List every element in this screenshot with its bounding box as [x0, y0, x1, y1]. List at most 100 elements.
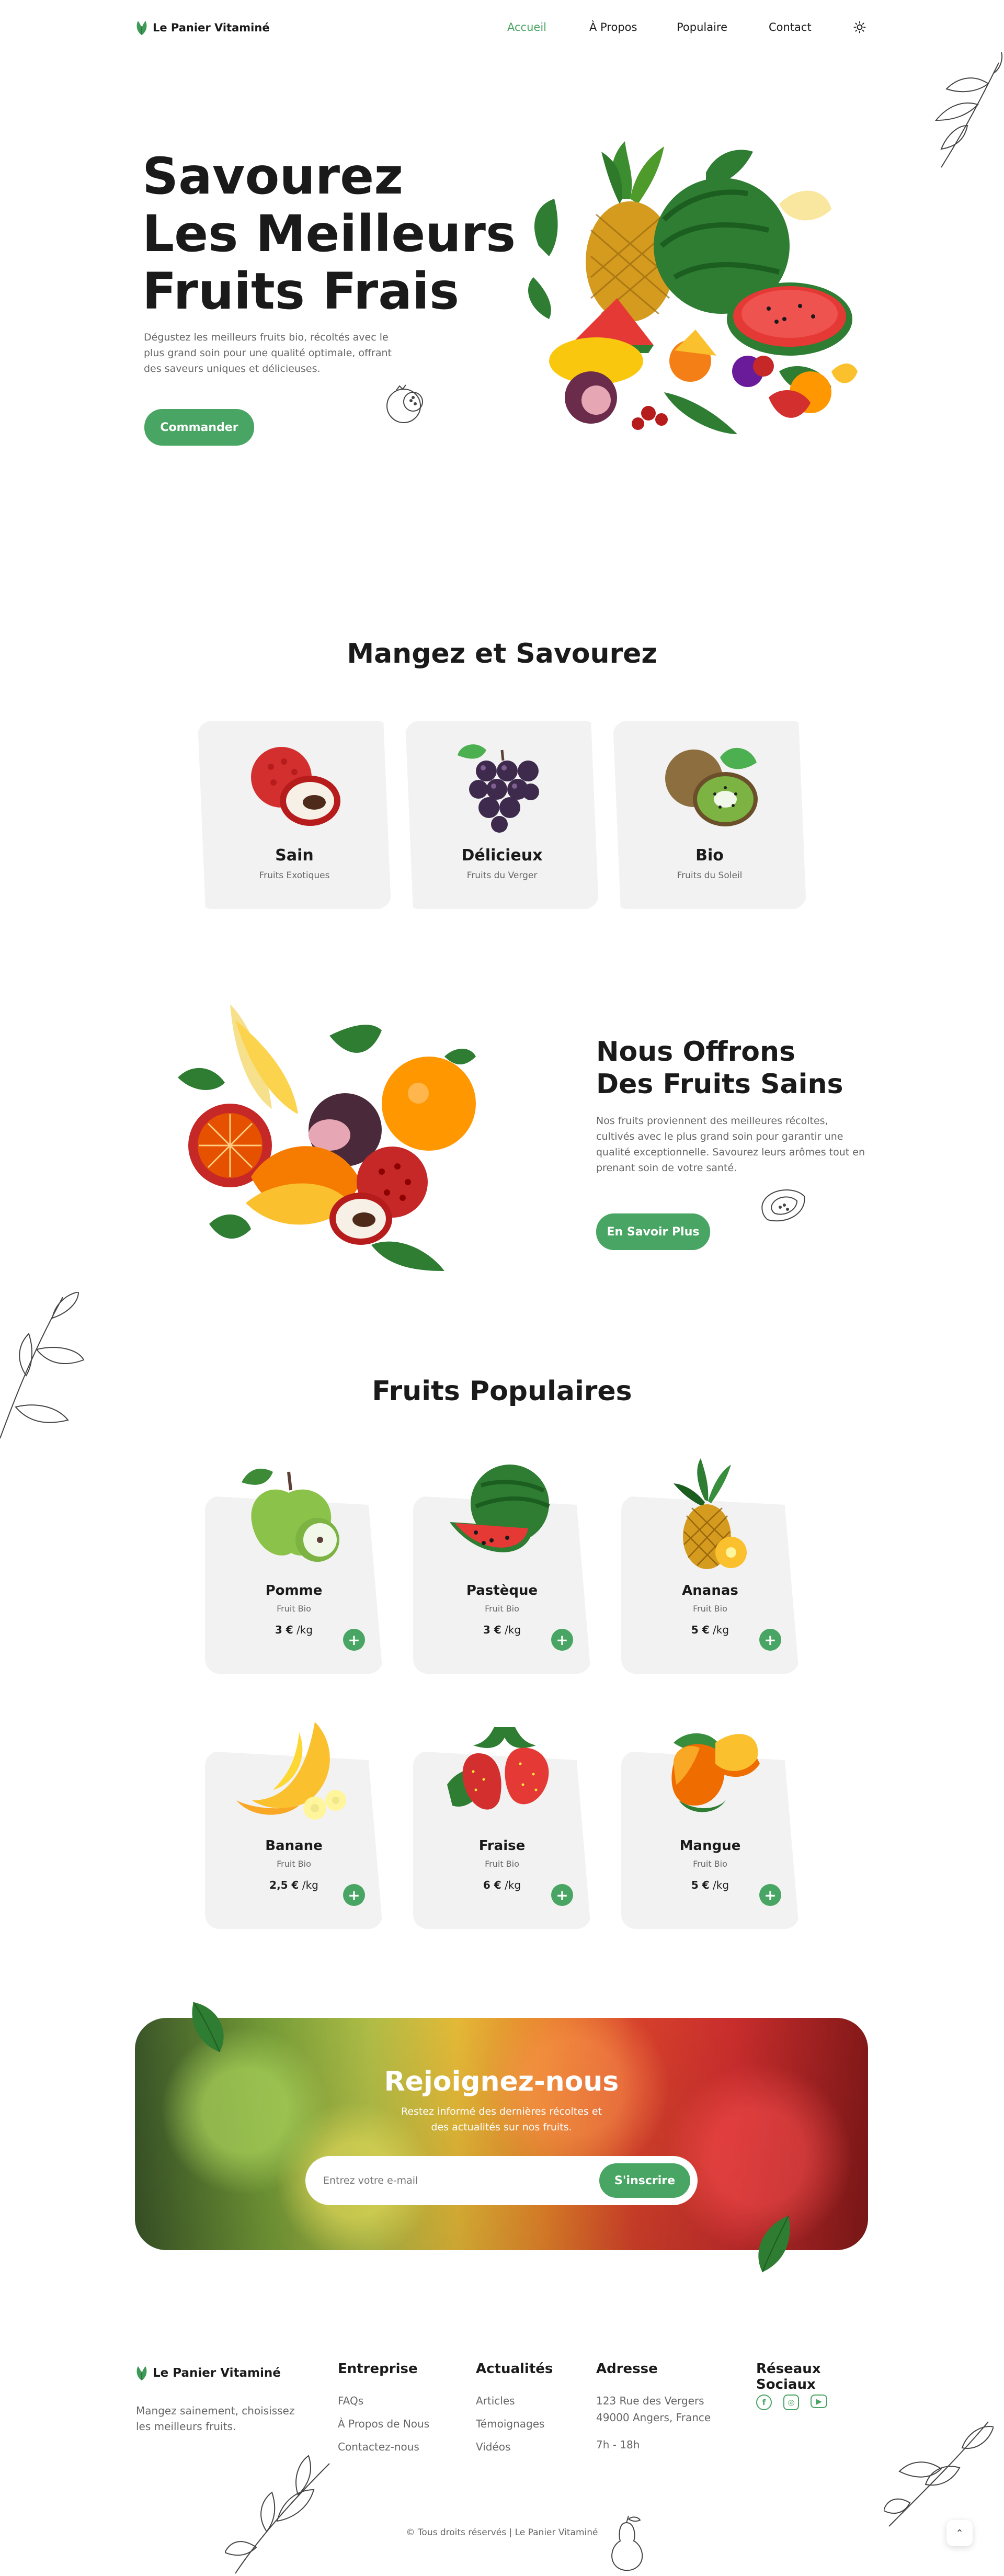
eat-card-sain[interactable]: Sain Fruits Exotiques — [198, 721, 391, 909]
eat-card-subtitle: Fruits Exotiques — [259, 870, 330, 881]
chevron-up-icon: ⌃ — [955, 2527, 964, 2539]
product-type: Fruit Bio — [693, 1859, 727, 1869]
order-button[interactable]: Commander — [144, 409, 254, 446]
banana-icon — [236, 1722, 346, 1820]
footer-column-entreprise: Entreprise FAQs À Propos de Nous Contact… — [338, 2361, 469, 2453]
product-type: Fruit Bio — [693, 1604, 727, 1614]
price-value: 3 € — [275, 1624, 293, 1636]
scroll-to-top-button[interactable]: ⌃ — [946, 2520, 973, 2546]
offer-description: Nos fruits proviennent des meilleures ré… — [596, 1115, 865, 1174]
price-value: 2,5 € — [269, 1879, 299, 1891]
offer-title-line-2: Des Fruits Sains — [596, 1069, 843, 1100]
footer-brand-logo[interactable]: Le Panier Vitaminé — [135, 2365, 281, 2381]
pomegranate-sketch-icon — [386, 384, 423, 423]
footer-column-title: Actualités — [476, 2361, 553, 2377]
product-card-banane[interactable]: Banane Fruit Bio 2,5 € /kg + — [205, 1722, 383, 1929]
brand-name: Le Panier Vitaminé — [153, 21, 270, 34]
main-nav: Accueil À Propos Populaire Contact — [507, 21, 831, 37]
newsletter-form: S'inscrire — [305, 2156, 698, 2205]
product-card-pomme[interactable]: Pomme Fruit Bio 3 € /kg + — [205, 1468, 383, 1674]
branch-sketch-icon — [0, 1292, 85, 1439]
footer-brand-name: Le Panier Vitaminé — [153, 2366, 281, 2380]
hero-title: Savourez Les Meilleurs Fruits Frais — [142, 147, 516, 320]
price-value: 3 € — [483, 1624, 501, 1636]
add-to-cart-button[interactable]: + — [759, 1629, 781, 1651]
pear-sketch-icon — [611, 2515, 643, 2571]
add-to-cart-button[interactable]: + — [343, 1629, 365, 1651]
product-type: Fruit Bio — [485, 1604, 519, 1614]
eat-card-title: Délicieux — [461, 846, 543, 865]
leaf-logo-icon — [136, 2366, 147, 2380]
nav-contact[interactable]: Contact — [769, 21, 812, 33]
apple-icon — [242, 1468, 339, 1562]
footer-link-temoignages[interactable]: Témoignages — [476, 2418, 544, 2430]
product-name: Pomme — [265, 1583, 323, 1598]
footer-link-a-propos[interactable]: À Propos de Nous — [338, 2418, 429, 2430]
footer-column-title: Entreprise — [338, 2361, 418, 2377]
footer-link-faqs[interactable]: FAQs — [338, 2395, 363, 2407]
brand-logo[interactable]: Le Panier Vitaminé — [135, 20, 270, 36]
product-type: Fruit Bio — [277, 1859, 311, 1869]
leaf-logo-icon — [136, 21, 147, 35]
nav-a-propos[interactable]: À Propos — [589, 21, 637, 33]
product-name: Ananas — [682, 1583, 738, 1598]
offer-title-line-1: Nous Offrons — [596, 1036, 795, 1068]
theme-toggle-button[interactable] — [853, 21, 866, 36]
price-unit: /kg — [302, 1879, 318, 1891]
add-to-cart-button[interactable]: + — [551, 1629, 573, 1651]
product-name: Fraise — [478, 1838, 526, 1854]
footer-link-contact[interactable]: Contactez-nous — [338, 2441, 419, 2453]
eat-card-subtitle: Fruits du Soleil — [677, 870, 743, 881]
footer-social: Réseaux Sociaux f ◎ ▶ — [756, 2361, 882, 2410]
popular-title: Fruits Populaires — [372, 1376, 632, 1407]
nav-populaire[interactable]: Populaire — [677, 21, 727, 33]
product-type: Fruit Bio — [277, 1604, 311, 1614]
hero-description: Dégustez les meilleurs fruits bio, récol… — [144, 332, 392, 375]
add-to-cart-button[interactable]: + — [759, 1884, 781, 1906]
product-type: Fruit Bio — [485, 1859, 519, 1869]
price-unit: /kg — [505, 1624, 521, 1636]
footer-link-videos[interactable]: Vidéos — [476, 2441, 510, 2453]
product-name: Banane — [265, 1838, 323, 1854]
nav-accueil[interactable]: Accueil — [507, 21, 546, 33]
footer-address-city: 49000 Angers, France — [596, 2411, 711, 2424]
add-to-cart-button[interactable]: + — [343, 1884, 365, 1906]
pineapple-icon — [674, 1458, 747, 1569]
product-card-ananas[interactable]: Ananas Fruit Bio 5 € /kg + — [621, 1458, 799, 1674]
eat-card-delicieux[interactable]: Délicieux Fruits du Verger — [405, 721, 599, 909]
branch-sketch-icon — [884, 2421, 994, 2527]
email-input[interactable] — [323, 2168, 585, 2194]
add-to-cart-button[interactable]: + — [551, 1884, 573, 1906]
kiwi-icon — [665, 747, 758, 826]
eat-card-title: Sain — [275, 846, 314, 865]
instagram-icon[interactable]: ◎ — [783, 2395, 799, 2410]
mango-icon — [671, 1733, 760, 1812]
plus-icon: + — [348, 1886, 360, 1904]
product-card-pasteque[interactable]: Pastèque Fruit Bio 3 € /kg + — [413, 1465, 591, 1674]
price-unit: /kg — [296, 1624, 313, 1636]
social-title: Réseaux Sociaux — [756, 2361, 821, 2392]
eat-title: Mangez et Savourez — [347, 638, 657, 669]
product-card-mangue[interactable]: Mangue Fruit Bio 5 € /kg + — [621, 1733, 799, 1929]
branch-sketch-icon — [225, 2455, 330, 2574]
youtube-icon[interactable]: ▶ — [811, 2395, 827, 2408]
price-unit: /kg — [713, 1879, 729, 1891]
eat-card-bio[interactable]: Bio Fruits du Soleil — [613, 721, 806, 909]
price-value: 5 € — [691, 1879, 710, 1891]
footer-link-articles[interactable]: Articles — [476, 2395, 515, 2407]
price-value: 6 € — [483, 1879, 501, 1891]
subscribe-button[interactable]: S'inscrire — [599, 2163, 690, 2198]
product-name: Mangue — [679, 1838, 741, 1854]
copyright: © Tous droits réservés | Le Panier Vitam… — [406, 2527, 598, 2538]
price-unit: /kg — [505, 1879, 521, 1891]
strawberry-icon — [447, 1727, 549, 1810]
social-icons: f ◎ ▶ — [756, 2395, 827, 2410]
facebook-icon[interactable]: f — [756, 2395, 772, 2410]
footer-address-street: 123 Rue des Vergers — [596, 2395, 704, 2407]
eat-card-subtitle: Fruits du Verger — [466, 870, 538, 881]
footer-column-adresse: Adresse 123 Rue des Vergers 49000 Angers… — [596, 2361, 732, 2451]
hero-title-line-1: Savourez — [142, 147, 404, 206]
watermelon-icon — [450, 1465, 550, 1552]
product-card-fraise[interactable]: Fraise Fruit Bio 6 € /kg + — [413, 1727, 591, 1929]
learn-more-button[interactable]: En Savoir Plus — [596, 1213, 710, 1250]
